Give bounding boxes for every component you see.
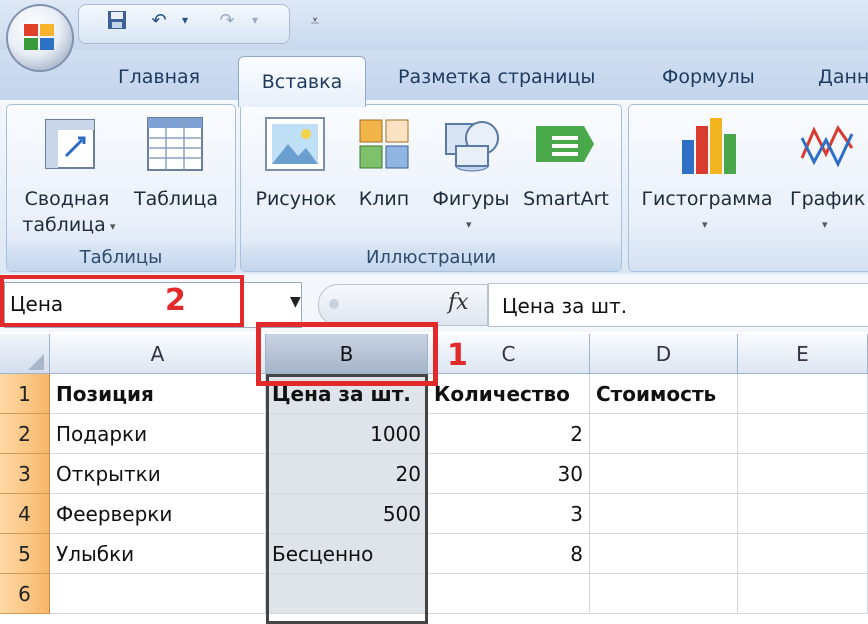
insert-function-icon[interactable]: fx — [448, 290, 469, 315]
group-illustrations-label: Иллюстрации — [241, 245, 621, 271]
cell-b-2[interactable]: 1000 — [266, 414, 428, 454]
pivot-dropdown-icon: ▾ — [110, 220, 116, 233]
name-box-dropdown-icon[interactable]: ▼ — [290, 294, 301, 310]
cell-a-6[interactable] — [50, 574, 266, 614]
name-box-annotation — [0, 275, 244, 327]
cell-a-5[interactable]: Улыбки — [50, 534, 266, 574]
cell-d-6[interactable] — [590, 574, 738, 614]
row-header[interactable]: 4 — [0, 494, 50, 534]
cell-e-2[interactable] — [738, 414, 868, 454]
histogram-dropdown-icon: ▾ — [702, 218, 708, 231]
table-button[interactable]: Таблица — [126, 110, 226, 240]
graph-dropdown-icon: ▾ — [822, 218, 828, 231]
clip-button[interactable]: Клип — [348, 110, 420, 220]
cell-c-5[interactable]: 8 — [428, 534, 590, 574]
cell-e-6[interactable] — [738, 574, 868, 614]
cell-c-1[interactable]: Количество — [428, 374, 590, 414]
row-header[interactable]: 5 — [0, 534, 50, 574]
annotation-number-2: 2 — [165, 283, 186, 318]
shapes-button[interactable]: Фигуры ▾ — [426, 110, 516, 240]
tab-home[interactable]: Главная — [118, 66, 200, 94]
column-header-d[interactable]: D — [590, 334, 738, 374]
shapes-icon — [445, 121, 499, 172]
cell-d-4[interactable] — [590, 494, 738, 534]
cell-d-3[interactable] — [590, 454, 738, 494]
customize-toolbar-icon[interactable]: ⩡ — [300, 6, 330, 36]
clip-label: Клип — [358, 188, 410, 210]
column-header-e[interactable]: E — [738, 334, 868, 374]
office-button[interactable] — [6, 4, 74, 72]
table-icon — [147, 117, 203, 171]
cell-c-4[interactable]: 3 — [428, 494, 590, 534]
column-b-annotation — [256, 322, 438, 386]
pivot-table-button[interactable]: Сводная таблица ▾ — [12, 110, 122, 240]
smartart-label: SmartArt — [523, 188, 609, 210]
cell-e-5[interactable] — [738, 534, 868, 574]
undo-dropdown-icon[interactable]: ▾ — [172, 8, 198, 32]
cell-a-3[interactable]: Открытки — [50, 454, 266, 494]
line-chart-icon — [800, 125, 854, 168]
cell-a-4[interactable]: Феерверки — [50, 494, 266, 534]
formula-bar-handle-icon[interactable] — [329, 299, 339, 309]
picture-button[interactable]: Рисунок — [250, 110, 342, 220]
cell-b-5[interactable]: Бесценно — [266, 534, 428, 574]
shapes-label: Фигуры — [432, 188, 510, 210]
cell-b-4[interactable]: 500 — [266, 494, 428, 534]
graph-button[interactable]: График ▾ — [784, 110, 868, 240]
office-logo-icon — [24, 24, 54, 50]
cell-b-3[interactable]: 20 — [266, 454, 428, 494]
cell-d-1[interactable]: Стоимость — [590, 374, 738, 414]
column-chart-icon — [682, 118, 736, 174]
column-header-a[interactable]: A — [50, 334, 266, 374]
group-tables-label: Таблицы — [7, 245, 235, 271]
pivot-table-icon — [45, 119, 95, 169]
clipart-icon — [359, 119, 409, 169]
smartart-button[interactable]: SmartArt — [518, 110, 614, 220]
tab-data[interactable]: Данн — [818, 66, 868, 94]
annotation-number-1: 1 — [447, 338, 468, 373]
pivot-label-1: Сводная — [24, 188, 110, 210]
cell-e-4[interactable] — [738, 494, 868, 534]
row-header[interactable]: 2 — [0, 414, 50, 454]
cell-c-2[interactable]: 2 — [428, 414, 590, 454]
select-all-icon — [28, 354, 44, 370]
tab-formulas[interactable]: Формулы — [662, 66, 755, 94]
row-header[interactable]: 1 — [0, 374, 50, 414]
cell-c-3[interactable]: 30 — [428, 454, 590, 494]
histogram-label: Гистограмма — [641, 188, 773, 210]
cell-a-2[interactable]: Подарки — [50, 414, 266, 454]
cell-b-6[interactable] — [266, 574, 428, 614]
tab-insert[interactable]: Вставка — [238, 56, 366, 107]
undo-icon[interactable]: ↶ — [146, 8, 172, 32]
redo-icon[interactable]: ↷ — [214, 8, 240, 32]
graph-label: График — [790, 188, 866, 210]
row-header[interactable]: 6 — [0, 574, 50, 614]
shapes-dropdown-icon: ▾ — [466, 218, 472, 231]
row-header[interactable]: 3 — [0, 454, 50, 494]
smartart-icon — [536, 126, 594, 162]
cell-d-5[interactable] — [590, 534, 738, 574]
cell-a-1[interactable]: Позиция — [50, 374, 266, 414]
pivot-label-2: таблица — [22, 214, 106, 236]
redo-dropdown-icon[interactable]: ▾ — [242, 8, 268, 32]
formula-value: Цена за шт. — [502, 294, 628, 318]
tab-page-layout[interactable]: Разметка страницы — [398, 66, 595, 94]
table-label: Таблица — [133, 188, 219, 210]
save-icon[interactable] — [104, 8, 130, 32]
cell-c-6[interactable] — [428, 574, 590, 614]
cell-e-1[interactable] — [738, 374, 868, 414]
cell-d-2[interactable] — [590, 414, 738, 454]
histogram-button[interactable]: Гистограмма ▾ — [636, 110, 778, 240]
cell-e-3[interactable] — [738, 454, 868, 494]
picture-label: Рисунок — [255, 188, 337, 210]
picture-icon — [265, 117, 325, 171]
